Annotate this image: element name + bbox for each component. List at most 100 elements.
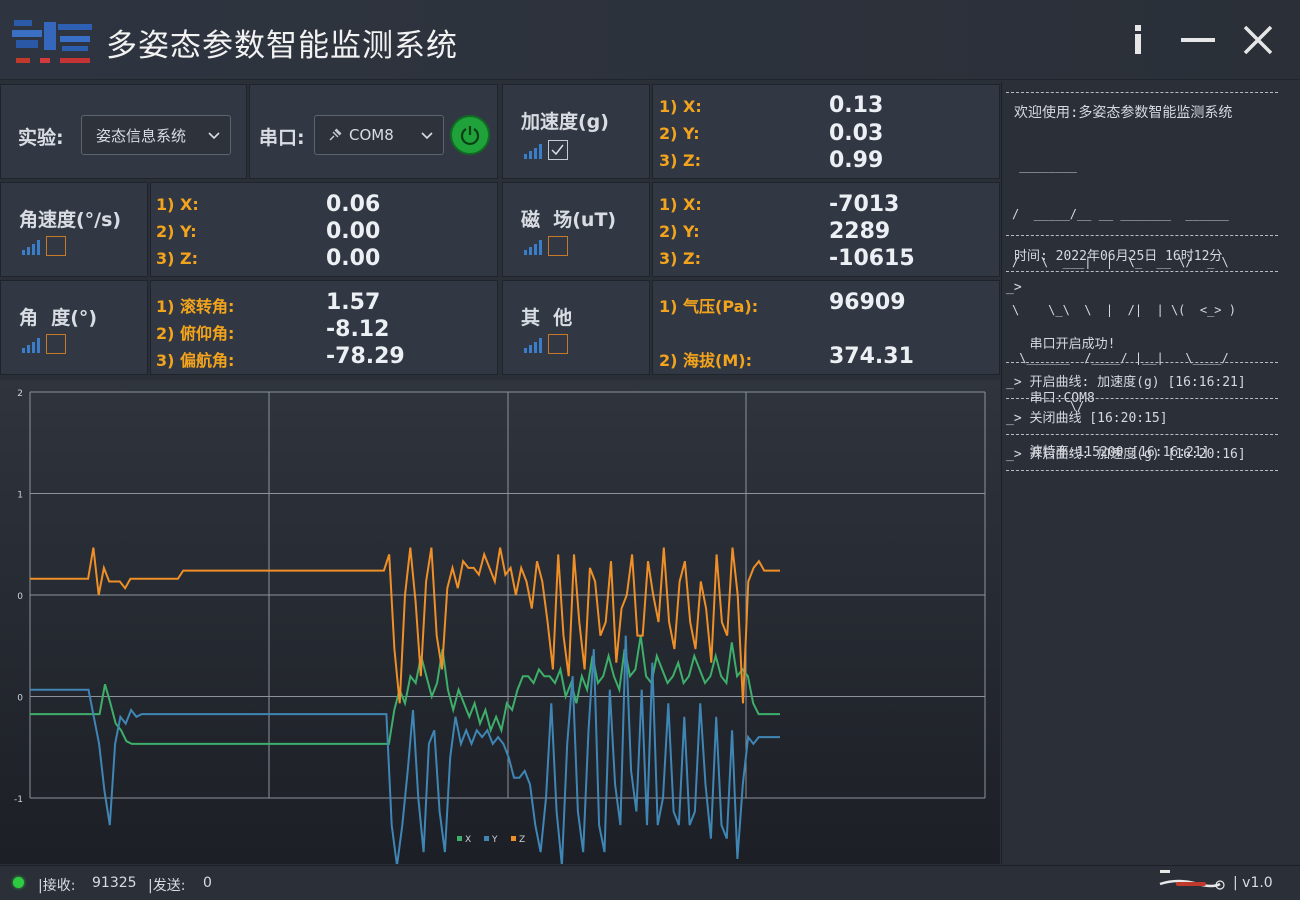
accel-x-key: 1) X:: [659, 97, 702, 116]
other-values-cell: 1) 气压(Pa): 96909 2) 海拔(M): 374.31: [652, 280, 1000, 375]
y-tick-label: 2: [17, 389, 23, 399]
chevron-down-icon: [421, 132, 433, 140]
curve-chart: 2 1 0 0 -1 X Y Z: [0, 380, 1000, 866]
y-tick-label: -1: [14, 795, 23, 805]
connection-led: [13, 877, 24, 888]
accel-y-value: 0.03: [829, 121, 884, 146]
power-button[interactable]: [450, 115, 490, 155]
legend-label-y: Y: [491, 835, 498, 845]
experiment-select[interactable]: 姿态信息系统: [81, 115, 231, 155]
altitude-key: 2) 海拔(M):: [659, 351, 752, 370]
accel-curve-checkbox[interactable]: [548, 140, 568, 160]
recv-label: |接收:: [38, 878, 76, 894]
gyro-x-value: 0.06: [326, 192, 381, 217]
sensor-panels: 实验: 姿态信息系统 串口: COM8 加速度(g) 1) X: 0.13 2): [0, 82, 1000, 378]
mag-curve-checkbox[interactable]: [548, 236, 568, 256]
yaw-value: -78.29: [326, 344, 405, 369]
gyro-label: 角速度(°/s): [19, 209, 122, 231]
legend-swatch-x: [457, 836, 462, 841]
gyro-values-cell: 1) X: 0.06 2) Y: 0.00 3) Z: 0.00: [150, 182, 498, 277]
angle-curve-checkbox[interactable]: [46, 334, 66, 354]
title-bar: 多姿态参数智能监测系统: [0, 0, 1300, 80]
series-line-y: [30, 635, 780, 866]
altitude-value: 374.31: [829, 344, 914, 369]
serial-open-log: 串口开启成功! 串口:COM8 波特率:115200 [16:16:21]: [1014, 337, 1210, 460]
divider: [1006, 271, 1278, 272]
time-text: 时间: 2022年06月25日 16时12分: [1014, 249, 1223, 264]
signal-icon: [524, 144, 542, 159]
serial-select[interactable]: COM8: [314, 115, 444, 155]
mag-z-value: -10615: [829, 246, 915, 271]
chevron-down-icon: [208, 132, 220, 140]
mag-label-cell: 磁 场(uT): [502, 182, 650, 277]
serial-cell: 串口: COM8: [249, 84, 498, 179]
log-entry: _> 开启曲线: 加速度(g) [16:20:16]: [1006, 447, 1246, 462]
power-icon: [460, 126, 480, 146]
gyro-x-key: 1) X:: [156, 195, 199, 214]
y-tick-label: 0: [17, 592, 23, 602]
minimize-icon: [1181, 38, 1215, 42]
app-title: 多姿态参数智能监测系统: [106, 28, 458, 64]
other-label-cell: 其 他: [502, 280, 650, 375]
close-icon: [1243, 25, 1273, 55]
accel-z-value: 0.99: [829, 148, 884, 173]
pressure-value: 96909: [829, 290, 906, 315]
roll-value: 1.57: [326, 290, 381, 315]
y-tick-label: 1: [17, 491, 23, 501]
roll-key: 1) 滚转角:: [156, 297, 235, 316]
signal-icon: [524, 338, 542, 353]
angle-label: 角 度(°): [19, 307, 98, 329]
divider: [1006, 92, 1278, 93]
mag-x-key: 1) X:: [659, 195, 702, 214]
divider: [1006, 362, 1278, 363]
welcome-text: 欢迎使用:多姿态参数智能监测系统: [1014, 105, 1233, 121]
signal-icon: [524, 240, 542, 255]
mag-z-key: 3) Z:: [659, 249, 702, 268]
gyro-z-value: 0.00: [326, 246, 381, 271]
accel-values-cell: 1) X: 0.13 2) Y: 0.03 3) Z: 0.99: [652, 84, 1000, 179]
gyro-label-cell: 角速度(°/s): [0, 182, 148, 277]
legend-swatch-z: [511, 836, 516, 841]
divider: [1006, 398, 1278, 399]
app-logo: [10, 14, 96, 70]
pitch-key: 2) 俯仰角:: [156, 324, 235, 343]
status-bar: |接收: 91325 |发送: 0 | v1.0: [0, 865, 1300, 900]
other-curve-checkbox[interactable]: [548, 334, 568, 354]
accel-label-cell: 加速度(g): [502, 84, 650, 179]
accel-label: 加速度(g): [521, 111, 609, 133]
info-button[interactable]: [1116, 18, 1160, 62]
close-button[interactable]: [1236, 18, 1280, 62]
info-icon: [1135, 25, 1141, 54]
accel-y-key: 2) Y:: [659, 124, 700, 143]
send-count: 0: [203, 875, 212, 891]
angle-values-cell: 1) 滚转角: 1.57 2) 俯仰角: -8.12 3) 偏航角: -78.2…: [150, 280, 498, 375]
chart-canvas: 2 1 0 0 -1 X Y Z: [14, 389, 986, 866]
mag-y-value: 2289: [829, 219, 891, 244]
log-panel: 欢迎使用:多姿态参数智能监测系统 ________ / _____/__ __ …: [1001, 82, 1300, 864]
log-prompt: _>: [1006, 280, 1022, 295]
mag-y-key: 2) Y:: [659, 222, 700, 241]
pressure-key: 1) 气压(Pa):: [659, 297, 759, 316]
mag-label: 磁 场(uT): [521, 209, 617, 231]
mag-x-value: -7013: [829, 192, 900, 217]
other-label: 其 他: [521, 307, 573, 329]
signal-icon: [22, 338, 40, 353]
series-line-z: [30, 547, 780, 704]
y-tick-label: 0: [17, 694, 23, 704]
experiment-cell: 实验: 姿态信息系统: [0, 84, 247, 179]
brand-mark-icon: [1159, 870, 1225, 890]
log-entry: _> 关闭曲线 [16:20:15]: [1006, 411, 1168, 426]
recv-count: 91325: [92, 875, 137, 891]
serial-label: 串口:: [259, 127, 305, 149]
minimize-button[interactable]: [1176, 18, 1220, 62]
legend-swatch-y: [484, 836, 489, 841]
plug-icon: [329, 128, 342, 141]
checkmark-icon: [551, 144, 564, 156]
divider: [1006, 235, 1278, 236]
gyro-curve-checkbox[interactable]: [46, 236, 66, 256]
mag-values-cell: 1) X: -7013 2) Y: 2289 3) Z: -10615: [652, 182, 1000, 277]
angle-label-cell: 角 度(°): [0, 280, 148, 375]
gyro-y-key: 2) Y:: [156, 222, 197, 241]
legend-label-z: Z: [519, 835, 525, 845]
gyro-z-key: 3) Z:: [156, 249, 199, 268]
